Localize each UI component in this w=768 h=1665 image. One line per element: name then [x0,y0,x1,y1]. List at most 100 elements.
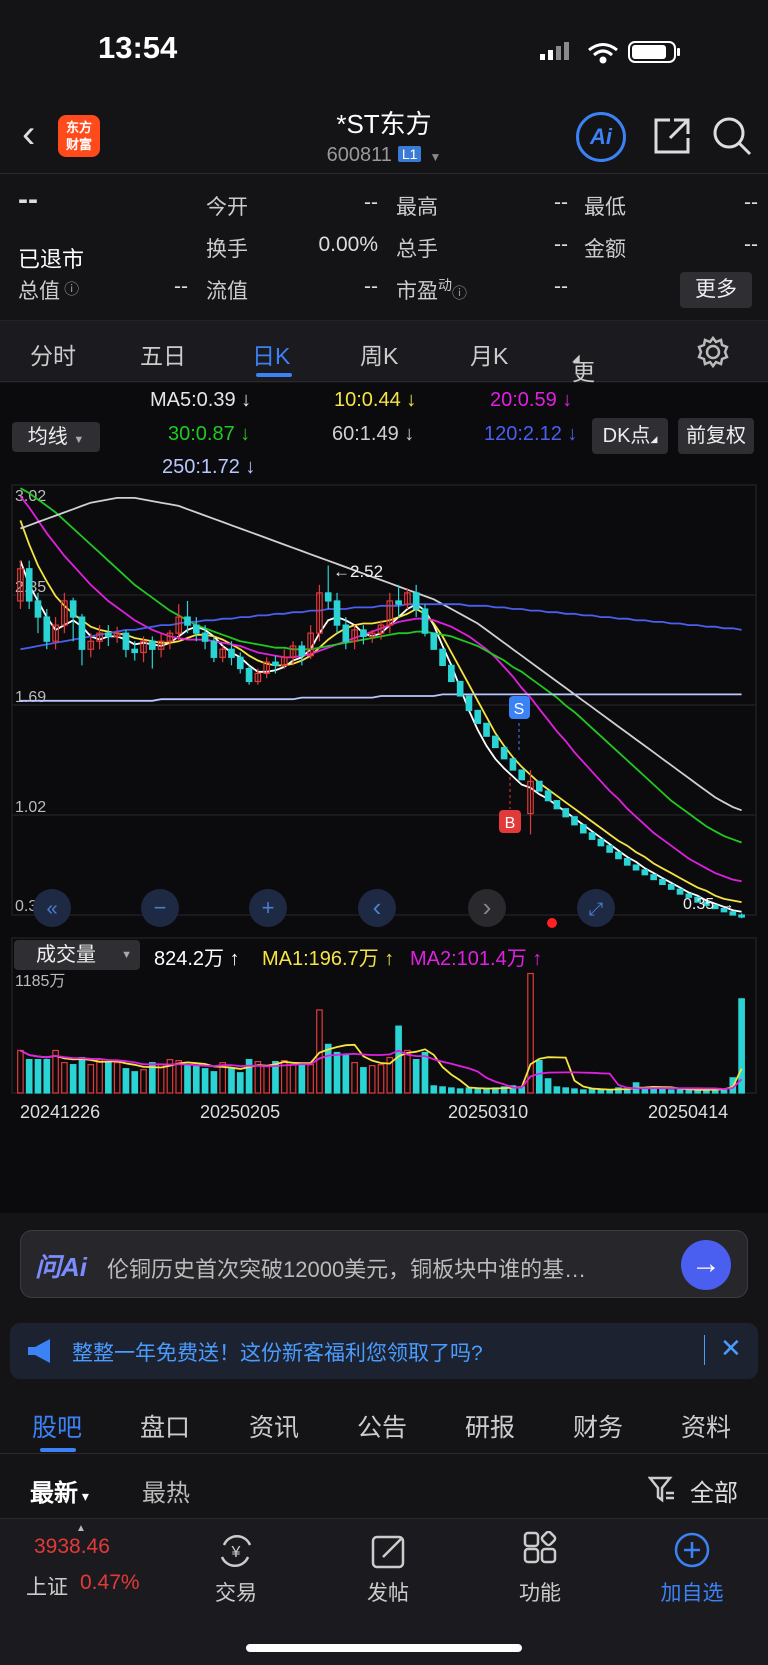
volume-bar [17,1049,24,1094]
stock-code: 600811 [326,144,392,166]
tab-news[interactable]: 资讯 [249,1408,299,1444]
index-widget[interactable]: ▲ 3938.46 上证 0.47% [0,1519,160,1619]
fullscreen-button[interactable]: ⤢ [577,889,615,927]
search-icon[interactable] [710,114,754,158]
close-icon[interactable]: ✕ [720,1333,742,1364]
index-value: 3938.46 [34,1535,110,1558]
volume-bar [685,1089,693,1094]
buy-marker[interactable]: B [499,777,521,833]
tab-profile[interactable]: 资料 [681,1408,731,1444]
high-arrow: ← [333,562,350,581]
double-chevron-left-icon: « [46,898,57,920]
tab-daily-k[interactable]: 日K [252,337,290,371]
sell-marker[interactable]: S [509,696,530,751]
candle-body [245,667,253,683]
open-label: 今开 [206,196,248,219]
tab-five-day[interactable]: 五日 [140,337,186,371]
expand-icon: ⤢ [589,899,604,919]
candle-body [456,680,464,697]
tab-orderbook[interactable]: 盘口 [140,1408,190,1444]
candle-body [509,758,517,771]
low-label: 最低 [584,196,626,219]
grid-icon [523,1531,557,1564]
volume-current-arrow: ↑ [229,948,240,970]
candle-body [676,888,684,895]
share-icon[interactable] [650,114,694,158]
tab-announcements[interactable]: 公告 [357,1408,407,1444]
arrow-right-icon[interactable]: → [681,1240,731,1290]
volume-indicator-selector[interactable]: 成交量 ▼ [14,940,140,970]
total-volume-label: 总手 [396,238,438,261]
market-cap-value: -- [174,275,188,298]
nav-post-label: 发帖 [367,1582,409,1605]
tab-financials[interactable]: 财务 [573,1408,623,1444]
sort-latest-label: 最新 [30,1480,78,1507]
nav-add-watchlist-label: 加自选 [660,1582,724,1605]
last-price-label: 0.35 → [683,896,734,913]
volume-ma1-value: MA1:196.7万 [262,948,379,970]
ma-line-ma250 [20,693,742,702]
sort-latest[interactable]: 最新 ▾ [30,1473,89,1508]
volume-current-value: 824.2万 [154,948,225,970]
volume-bar [192,1066,200,1094]
candle-body [632,864,640,871]
candle-body [738,914,745,918]
volume-bar [228,1068,235,1094]
volume-bar [25,1058,33,1094]
ai-button[interactable]: Ai [576,112,626,162]
volume-bar [324,1043,332,1094]
sort-hot[interactable]: 最热 [142,1473,190,1508]
kline-chart[interactable]: 3.02 2.35 1.69 1.02 0.35 ←2.52 S B 0.35→… [0,383,768,1213]
candle-body [465,695,473,712]
candle-body [122,632,130,650]
volume-bar [201,1068,209,1094]
tab-research[interactable]: 研报 [465,1408,515,1444]
candle-body [210,640,218,658]
filter-all[interactable]: 全部 [690,1473,738,1508]
filter-icon[interactable] [648,1475,676,1503]
float-cap-label: 流值 [206,280,248,303]
info-tabs: 股吧 盘口 资讯 公告 研报 财务 资料 [0,1392,768,1454]
pan-left-button[interactable]: ‹ [358,889,396,927]
volume-bar [351,1062,358,1094]
tab-forum[interactable]: 股吧 [32,1408,82,1444]
candle-body [623,858,631,866]
settings-gear-icon[interactable] [696,335,730,369]
zoom-out-full-button[interactable]: « [33,889,71,927]
candle-body [474,709,482,724]
pe-label[interactable]: 市盈动ⓘ [396,275,467,305]
ask-ai-bar[interactable]: 问Ai 伦铜历史首次突破12000美元，铜板块中谁的基… → [20,1230,748,1298]
volume-bar [667,1089,675,1094]
candle-body [236,656,244,670]
volume-ma2-value: MA2:101.4万 [410,948,527,970]
index-change: 0.47% [80,1571,140,1594]
x-tick-label: 20250310 [448,1102,528,1122]
pe-label-text: 市盈 [396,280,438,303]
candle-body [360,629,367,637]
tab-weekly-k[interactable]: 周K [360,337,398,371]
zoom-plus-button[interactable]: + [249,889,287,927]
amount-label: 金额 [584,238,626,261]
delisted-status: 已退市 [18,247,85,272]
volume-bar [105,1061,112,1094]
volume-bar [236,1072,244,1094]
volume-ma1: MA1:196.7万 ↑ [262,942,394,971]
chevron-down-icon: ▾ [78,1488,89,1504]
zoom-minus-button[interactable]: − [141,889,179,927]
more-button[interactable]: 更多 [680,272,752,308]
candle-body [518,769,526,781]
info-icon: ⓘ [60,281,80,298]
volume-bar [535,1059,543,1094]
volume-bar [263,1065,270,1094]
candle-body [34,600,42,618]
candle-body [228,648,235,658]
active-tab-indicator [40,1448,76,1452]
level-badge: L1 [397,146,422,162]
candle-body [421,608,429,634]
tab-monthly-k[interactable]: 月K [470,337,508,371]
pan-right-button[interactable]: › [468,889,506,927]
tab-intraday[interactable]: 分时 [30,337,76,371]
promo-banner[interactable]: 整整一年免费送！这份新客福利您领取了吗? ✕ [10,1323,758,1379]
market-cap-label[interactable]: 总值 ⓘ [18,275,79,305]
compose-icon [371,1535,405,1569]
